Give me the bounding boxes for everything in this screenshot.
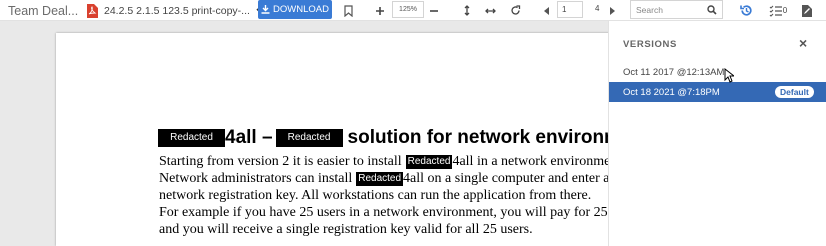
zoom-in-icon[interactable]	[374, 0, 386, 21]
comments-toggle[interactable]: 0	[766, 0, 790, 21]
text-run: Starting from version 2 it is easier to …	[159, 154, 402, 169]
download-label: DOWNLOAD	[273, 4, 329, 15]
download-icon	[261, 5, 270, 14]
text-line: Starting from version 2 it is easier to …	[159, 153, 616, 170]
close-icon[interactable]: ×	[799, 35, 807, 51]
file-selector[interactable]: 24.2.5 2.1.5 123.5 print-copy-...	[86, 0, 266, 21]
mouse-cursor-icon	[724, 68, 734, 83]
search-input[interactable]: Search	[630, 0, 723, 19]
file-name: 24.2.5 2.1.5 123.5 print-copy-...	[104, 4, 250, 17]
current-page-input[interactable]: 1	[557, 1, 583, 18]
document-info-icon[interactable]	[800, 0, 814, 21]
text-run: Network administrators can install	[159, 171, 353, 186]
redaction-box: Redacted	[275, 129, 343, 147]
next-page-icon[interactable]	[608, 0, 616, 21]
versions-title: VERSIONS	[623, 39, 677, 50]
search-icon[interactable]	[707, 5, 717, 17]
pdf-file-icon	[86, 3, 98, 18]
text-line: network registration key. All workstatio…	[159, 188, 592, 203]
versions-panel: VERSIONS × Oct 11 2017 @12:13AM Oct 18 2…	[608, 21, 826, 246]
document-body: Starting from version 2 it is easier to …	[159, 153, 616, 238]
text-run: 4all on a single computer and enter a s	[403, 171, 616, 186]
toolbar: Team Deal... 24.2.5 2.1.5 123.5 print-co…	[0, 0, 826, 21]
bookmark-icon[interactable]	[342, 0, 354, 21]
search-placeholder: Search	[636, 4, 663, 15]
redaction-box: Redacted	[158, 129, 225, 147]
room-name[interactable]: Team Deal...	[8, 0, 78, 21]
version-item-selected[interactable]: Oct 18 2021 @7:18PM Default	[609, 82, 826, 102]
heading-text: 4all –	[225, 127, 273, 148]
previous-page-icon[interactable]	[543, 0, 551, 21]
version-history-icon[interactable]	[738, 0, 754, 21]
text-run: 4all in a network environment	[452, 154, 616, 169]
heading-text: solution for network environm	[347, 127, 616, 148]
text-line: and you will receive a single registrati…	[159, 222, 533, 237]
version-item[interactable]: Oct 11 2017 @12:13AM	[609, 62, 826, 82]
zoom-out-icon[interactable]	[428, 0, 440, 21]
fit-height-icon[interactable]	[461, 0, 473, 21]
fit-width-icon[interactable]	[484, 0, 496, 21]
comments-count: 0	[782, 6, 788, 15]
document-page: Redacted 4all – Redacted solution for ne…	[56, 33, 616, 246]
total-pages: 4	[595, 4, 600, 13]
version-date: Oct 11 2017 @12:13AM	[623, 66, 725, 78]
default-badge: Default	[775, 86, 814, 98]
text-line: Network administrators can install Redac…	[159, 170, 616, 187]
zoom-level[interactable]: 125%	[392, 1, 424, 18]
redaction-box: Redacted	[405, 154, 453, 169]
version-date: Oct 18 2021 @7:18PM	[623, 86, 720, 98]
document-heading: Redacted 4all – Redacted solution for ne…	[158, 127, 616, 149]
checklist-icon	[769, 5, 782, 17]
text-line: For example if you have 25 users in a ne…	[159, 205, 616, 220]
redaction-box: Redacted	[356, 171, 404, 186]
rotate-icon[interactable]	[509, 0, 521, 21]
download-button[interactable]: DOWNLOAD	[258, 0, 332, 19]
